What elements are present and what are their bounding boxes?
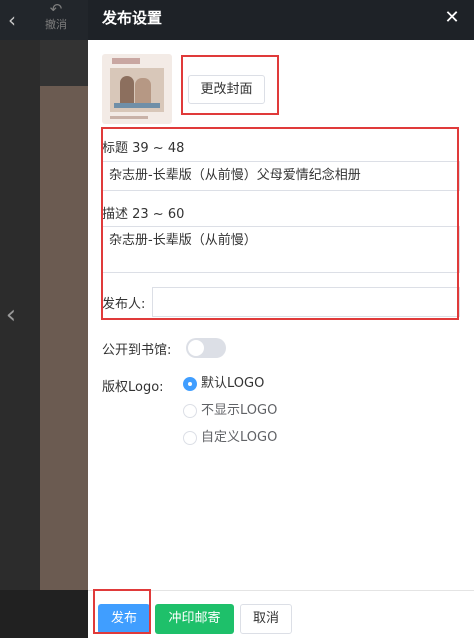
back-button[interactable]: ‹ <box>3 9 21 31</box>
editor-toolbar: ‹ ↶ 撤消 <box>0 0 88 40</box>
close-icon: ✕ <box>444 7 460 28</box>
description-textarea[interactable]: 杂志册-长辈版（从前慢） <box>102 226 460 273</box>
undo-arrow-icon: ↶ <box>49 0 63 18</box>
undo-label: 撤消 <box>45 18 67 31</box>
print-mail-button[interactable]: 冲印邮寄 <box>155 604 234 634</box>
radio-label: 不显示LOGO <box>201 403 278 418</box>
cover-thumbnail <box>102 54 172 124</box>
publisher-label: 发布人: <box>102 297 146 312</box>
toggle-knob <box>188 340 204 356</box>
publish-button[interactable]: 发布 <box>98 604 150 634</box>
chevron-left-icon: ‹ <box>8 8 16 32</box>
radio-dot <box>183 404 197 418</box>
editor-page-canvas <box>40 86 88 590</box>
change-cover-button[interactable]: 更改封面 <box>188 75 265 104</box>
panel-title: 发布设置 <box>102 9 163 27</box>
description-label: 描述 23 ~ 60 <box>102 207 185 222</box>
close-button[interactable]: ✕ <box>440 6 464 30</box>
library-toggle-label: 公开到书馆: <box>102 343 172 358</box>
radio-dot <box>183 377 197 391</box>
copyright-logo-label: 版权Logo: <box>102 380 164 395</box>
radio-label: 默认LOGO <box>201 376 265 391</box>
radio-label: 自定义LOGO <box>201 430 278 445</box>
title-label: 标题 39 ~ 48 <box>102 141 185 156</box>
panel-footer: 发布 冲印邮寄 取消 <box>88 590 474 638</box>
publish-settings-panel: 发布设置 ✕ 更改封面 标题 39 ~ 48 杂志册-长辈版（从前慢）父母爱情纪… <box>88 0 474 638</box>
editor-bottom-bar <box>0 590 88 638</box>
cancel-button[interactable]: 取消 <box>240 604 292 634</box>
library-toggle[interactable] <box>186 338 226 358</box>
title-input[interactable]: 杂志册-长辈版（从前慢）父母爱情纪念相册 <box>102 161 460 191</box>
radio-dot <box>183 431 197 445</box>
chevron-left-icon: ‹ <box>5 300 17 330</box>
publisher-input[interactable] <box>152 287 460 317</box>
panel-header: 发布设置 ✕ <box>88 0 474 40</box>
prev-page-button[interactable]: ‹ <box>0 298 22 332</box>
undo-button[interactable]: ↶ 撤消 <box>38 1 74 37</box>
